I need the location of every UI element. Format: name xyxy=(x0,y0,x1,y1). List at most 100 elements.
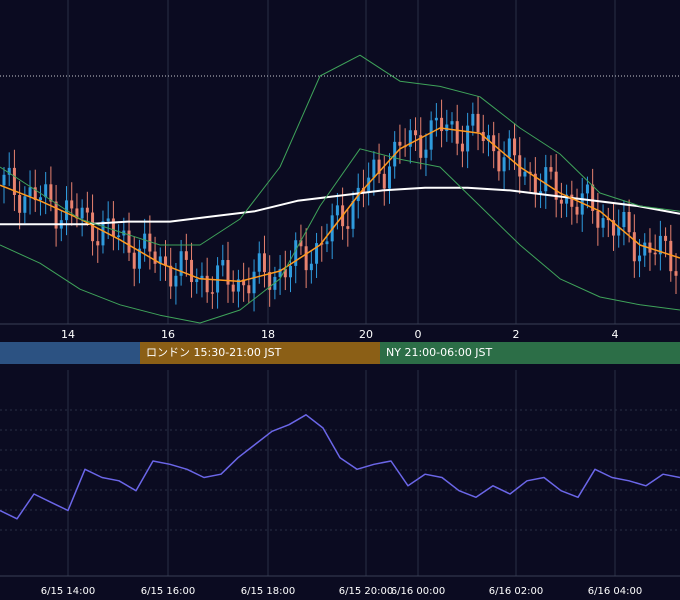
candles xyxy=(2,96,678,312)
candle-body xyxy=(80,207,84,219)
candle-body xyxy=(570,194,574,207)
candle-body xyxy=(643,242,647,256)
candle-body xyxy=(674,271,678,276)
candle-body xyxy=(143,233,147,249)
candle-body xyxy=(549,167,553,172)
candle-body xyxy=(195,279,199,283)
candle-body xyxy=(18,194,22,213)
price-x-axis: 14 16 18 20 0 2 4 xyxy=(61,328,619,341)
candle-body xyxy=(132,252,136,269)
candle-body xyxy=(664,235,668,241)
candle-body xyxy=(372,159,376,178)
x-tick-label: 6/16 02:00 xyxy=(489,586,543,597)
candle-body xyxy=(335,205,339,216)
candle-body xyxy=(382,173,386,189)
candle-body xyxy=(247,285,251,294)
candle-body xyxy=(622,211,626,228)
candle-body xyxy=(585,184,589,194)
candle-body xyxy=(101,221,105,246)
candle-body xyxy=(351,201,355,229)
candle-body xyxy=(148,233,152,252)
candle-body xyxy=(460,143,464,152)
oscillator-x-axis: 6/15 14:00 6/15 16:00 6/15 18:00 6/15 20:00… xyxy=(41,586,642,597)
candle-body xyxy=(2,174,6,186)
candle-body xyxy=(638,255,642,262)
candle-body xyxy=(575,206,579,215)
candle-body xyxy=(44,184,48,198)
candle-body xyxy=(289,265,293,278)
candle-body xyxy=(559,199,563,204)
candle-body xyxy=(596,210,600,228)
indicator-lines xyxy=(0,54,680,324)
candle-body xyxy=(653,252,657,255)
candle-body xyxy=(523,171,527,177)
candle-body xyxy=(507,138,511,158)
candle-body xyxy=(627,211,631,233)
candle-body xyxy=(23,196,27,213)
candle-body xyxy=(466,125,470,152)
candle-body xyxy=(174,275,178,287)
candle-body xyxy=(231,284,235,292)
bollinger-upper-line xyxy=(0,54,680,246)
candle-body xyxy=(216,265,220,293)
candle-body xyxy=(96,241,100,246)
x-tick-label: 6/15 20:00 xyxy=(339,586,393,597)
session-bar-london: ロンドン 15:30-21:00 JST xyxy=(140,342,380,364)
x-tick-label: 0 xyxy=(415,328,422,341)
candle-body xyxy=(85,207,89,213)
candle-body xyxy=(398,141,402,146)
candle-body xyxy=(434,117,438,121)
x-tick-label: 6/16 04:00 xyxy=(588,586,642,597)
oscillator-grid xyxy=(0,370,680,576)
candle-body xyxy=(325,241,329,245)
price-grid xyxy=(67,0,616,324)
candle-body xyxy=(205,275,209,293)
candle-body xyxy=(346,226,350,229)
candle-body xyxy=(304,246,308,271)
candle-body xyxy=(424,149,428,158)
candle-body xyxy=(169,265,173,287)
candle-body xyxy=(38,197,42,201)
x-tick-label: 6/15 16:00 xyxy=(141,586,195,597)
session-bar-ny: NY 21:00-06:00 JST xyxy=(380,342,680,364)
x-tick-label: 4 xyxy=(612,328,619,341)
candle-body xyxy=(221,260,225,266)
candle-body xyxy=(455,121,459,144)
candle-body xyxy=(106,218,110,222)
x-tick-label: 6/16 00:00 xyxy=(391,586,445,597)
candle-body xyxy=(252,271,256,294)
candle-body xyxy=(632,232,636,262)
candle-body xyxy=(387,166,391,189)
moving-average-short-line xyxy=(0,127,680,283)
candle-body xyxy=(601,218,605,228)
session-bar-tokyo xyxy=(0,342,140,364)
candle-body xyxy=(117,235,121,237)
x-tick-label: 2 xyxy=(513,328,520,341)
candle-body xyxy=(471,113,475,126)
x-tick-label: 16 xyxy=(161,328,175,341)
candle-body xyxy=(476,113,480,132)
x-tick-label: 6/15 18:00 xyxy=(241,586,295,597)
candle-body xyxy=(210,292,214,294)
candle-body xyxy=(497,151,501,172)
candle-body xyxy=(28,187,32,197)
candle-body xyxy=(445,124,449,132)
candle-body xyxy=(190,259,194,283)
candle-body xyxy=(414,130,418,136)
candle-body xyxy=(502,157,506,172)
candle-body xyxy=(257,253,261,272)
candle-body xyxy=(544,167,548,192)
x-tick-label: 18 xyxy=(261,328,275,341)
candle-body xyxy=(127,230,131,253)
chart-area[interactable]: 14 16 18 20 0 2 4 6/15 14:00 6/15 16:00 6/15 18:… xyxy=(0,0,680,600)
candle-body xyxy=(513,138,517,156)
candle-body xyxy=(309,263,313,271)
x-tick-label: 20 xyxy=(359,328,373,341)
candle-body xyxy=(111,218,115,237)
candle-body xyxy=(450,121,454,125)
candle-body xyxy=(184,251,188,260)
candle-body xyxy=(262,253,266,273)
candle-body xyxy=(70,200,74,209)
x-tick-label: 14 xyxy=(61,328,75,341)
candle-body xyxy=(153,251,157,264)
